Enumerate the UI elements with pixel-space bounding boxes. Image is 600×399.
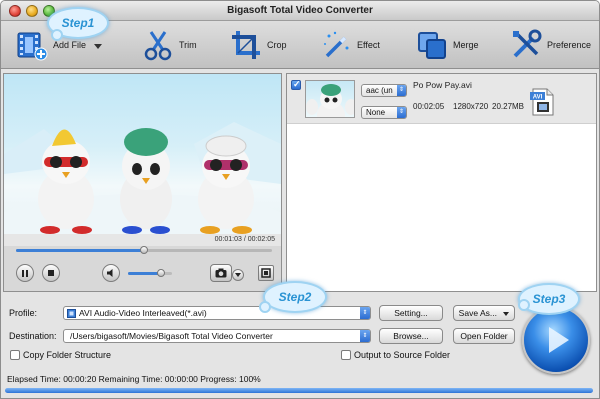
merge-button[interactable]: Merge [415,21,479,69]
fullscreen-button[interactable] [258,265,274,281]
copy-folder-structure-label: Copy Folder Structure [23,350,112,360]
trim-button[interactable]: Trim [141,21,197,69]
app-window: Bigasoft Total Video Converter Add File [0,0,600,399]
play-arrow-icon [549,327,569,353]
add-file-icon [17,32,48,61]
profile-select[interactable]: AVI Audio-Video Interleaved(*.avi) ⇕ [63,306,371,320]
conversion-progress-bar [5,388,593,393]
open-folder-button[interactable]: Open Folder [453,328,515,344]
step2-callout: Step2 [259,281,327,313]
save-as-button[interactable]: Save As... [453,305,515,321]
magic-wand-icon [324,31,349,58]
dropdown-icon [503,311,510,316]
destination-value: /Users/bigasoft/Movies/Bigasoft Total Vi… [70,331,273,341]
preference-button[interactable]: Preference [509,21,591,69]
file-thumbnail [305,80,355,118]
fullscreen-icon [261,268,271,278]
scissors-icon [144,31,172,61]
destination-label: Destination: [9,331,57,341]
snapshot-options-button[interactable] [232,269,244,281]
pause-icon-bar [26,269,28,277]
output-to-source-folder-label: Output to Source Folder [354,350,451,360]
file-name: Po Pow Pay.avi [413,80,472,90]
stop-button[interactable] [42,264,60,282]
seek-bar-fill [16,249,144,252]
file-resolution: 1280x720 [453,102,489,111]
stop-icon [48,270,54,276]
seek-bar[interactable] [16,246,272,254]
playback-time: 00:01:03 / 00:02:05 [4,234,281,246]
convert-button[interactable] [522,306,590,374]
file-row[interactable]: aac (un ⇕ None ⇕ Po Pow Pay.avi 00:02:05… [287,74,596,124]
select-arrows-icon: ⇕ [360,307,370,319]
avi-file-icon: AVI [530,88,554,116]
file-checkbox[interactable] [291,79,301,90]
subtitle-value: None [366,108,386,117]
setting-button[interactable]: Setting... [379,305,443,321]
select-arrows-icon: ⇕ [397,107,406,118]
audio-track-value: aac (un [366,86,393,95]
tools-icon [513,29,542,58]
browse-button[interactable]: Browse... [379,328,443,344]
add-file-dropdown-icon[interactable] [94,43,103,49]
preview-pane: 00:01:03 / 00:02:05 [3,73,282,292]
snapshot-button[interactable] [210,264,232,282]
step1-callout: Step1 [47,7,109,41]
seek-handle[interactable] [140,246,148,254]
file-size: 20.27MB [492,102,525,111]
pause-icon [22,269,24,277]
add-file-label: Add File [53,40,87,50]
crop-icon [232,31,260,59]
merge-icon [418,32,446,59]
merge-label: Merge [453,40,479,50]
volume-slider[interactable] [128,269,172,277]
file-list: aac (un ⇕ None ⇕ Po Pow Pay.avi 00:02:05… [286,73,597,292]
crop-button[interactable]: Crop [229,21,287,69]
effect-button[interactable]: Effect [319,21,380,69]
trim-label: Trim [179,40,197,50]
video-thumbnail-image [4,122,281,234]
audio-track-select[interactable]: aac (un ⇕ [361,84,407,97]
file-thumbnail-image [306,84,354,117]
volume-icon [107,269,113,277]
select-arrows-icon: ⇕ [360,330,370,342]
output-settings-panel: Profile: AVI Audio-Video Interleaved(*.a… [1,298,599,398]
conversion-progress-fill [5,388,593,393]
pause-button[interactable] [16,264,34,282]
step3-callout: Step3 [518,283,580,315]
dropdown-icon [235,273,241,277]
mute-button[interactable] [102,264,120,282]
effect-label: Effect [357,40,380,50]
file-format-badge: AVI [533,95,543,101]
preference-label: Preference [547,40,592,50]
copy-folder-structure-checkbox[interactable] [10,350,20,360]
destination-input[interactable]: /Users/bigasoft/Movies/Bigasoft Total Vi… [63,329,371,343]
output-to-source-folder-checkbox[interactable] [341,350,351,360]
profile-value: AVI Audio-Video Interleaved(*.avi) [79,308,207,318]
file-duration: 00:02:05 [413,102,445,111]
crop-label: Crop [267,40,287,50]
profile-format-icon [67,309,76,318]
save-as-label: Save As... [458,308,497,318]
subtitle-select[interactable]: None ⇕ [361,106,407,119]
camera-icon [215,268,227,278]
status-text: Elapsed Time: 00:00:20 Remaining Time: 0… [7,374,261,384]
profile-label: Profile: [9,308,38,318]
video-frame [4,74,281,234]
volume-handle[interactable] [157,269,165,277]
select-arrows-icon: ⇕ [397,85,406,96]
